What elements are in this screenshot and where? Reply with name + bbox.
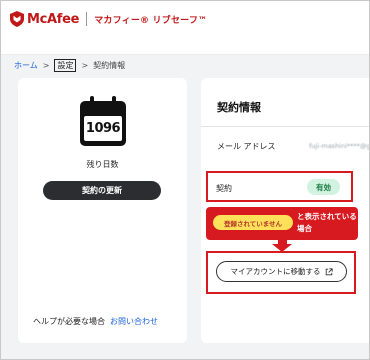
contact-us-link[interactable]: お問い合わせ <box>110 317 158 326</box>
email-label: メール アドレス <box>217 142 276 151</box>
my-account-button-label: マイアカウントに移動する <box>230 267 321 276</box>
header-divider <box>86 12 88 26</box>
email-value: fuji-mashini****@gm <box>309 142 369 150</box>
status-badge: 有効 <box>307 179 340 195</box>
mcafee-shield-icon <box>10 11 24 27</box>
app-logo[interactable]: McAfee マカフィー® リブセーフ™ <box>10 11 207 27</box>
header-bar: McAfee マカフィー® リブセーフ™ <box>1 1 369 41</box>
breadcrumb-current: 契約情報 <box>93 61 126 70</box>
calendar-ring-right <box>112 96 116 105</box>
breadcrumb-separator: > <box>81 61 89 70</box>
contract-label: 契約 <box>216 184 232 193</box>
calendar-icon: 1096 <box>80 96 126 146</box>
external-link-icon <box>325 267 333 275</box>
not-registered-badge: 登録されていません <box>213 215 293 230</box>
card-divider <box>201 126 369 127</box>
calendar-body: 1096 <box>80 101 126 146</box>
breadcrumb-settings[interactable]: 設定 <box>54 59 77 72</box>
calendar-ring-left <box>90 96 94 105</box>
app-window: McAfee マカフィー® リブセーフ™ ホーム > 設定 > 契約情報 109… <box>0 0 370 360</box>
breadcrumb-home[interactable]: ホーム <box>14 60 38 71</box>
product-name: マカフィー® リブセーフ™ <box>94 15 208 26</box>
help-section: ヘルプが必要な場合 お問い合わせ <box>33 316 158 327</box>
my-account-button[interactable]: マイアカウントに移動する <box>216 261 347 282</box>
help-text: ヘルプが必要な場合 <box>33 317 105 326</box>
callout-text: と表示されている場合 <box>297 212 357 233</box>
contract-info-title: 契約情報 <box>217 101 261 114</box>
days-remaining-label: 残り日数 <box>86 160 119 169</box>
subscription-summary-card: 1096 残り日数 契約の更新 ヘルプが必要な場合 お問い合わせ <box>18 78 187 343</box>
days-remaining-value: 1096 <box>84 116 122 141</box>
breadcrumb-separator: > <box>42 61 50 70</box>
renew-subscription-button[interactable]: 契約の更新 <box>43 181 161 200</box>
sub-header-strip <box>1 41 369 55</box>
brand-name: McAfee <box>27 11 80 27</box>
annotation-callout: 登録されていません と表示されている場合 <box>206 207 358 240</box>
breadcrumb: ホーム > 設定 > 契約情報 <box>14 59 125 72</box>
